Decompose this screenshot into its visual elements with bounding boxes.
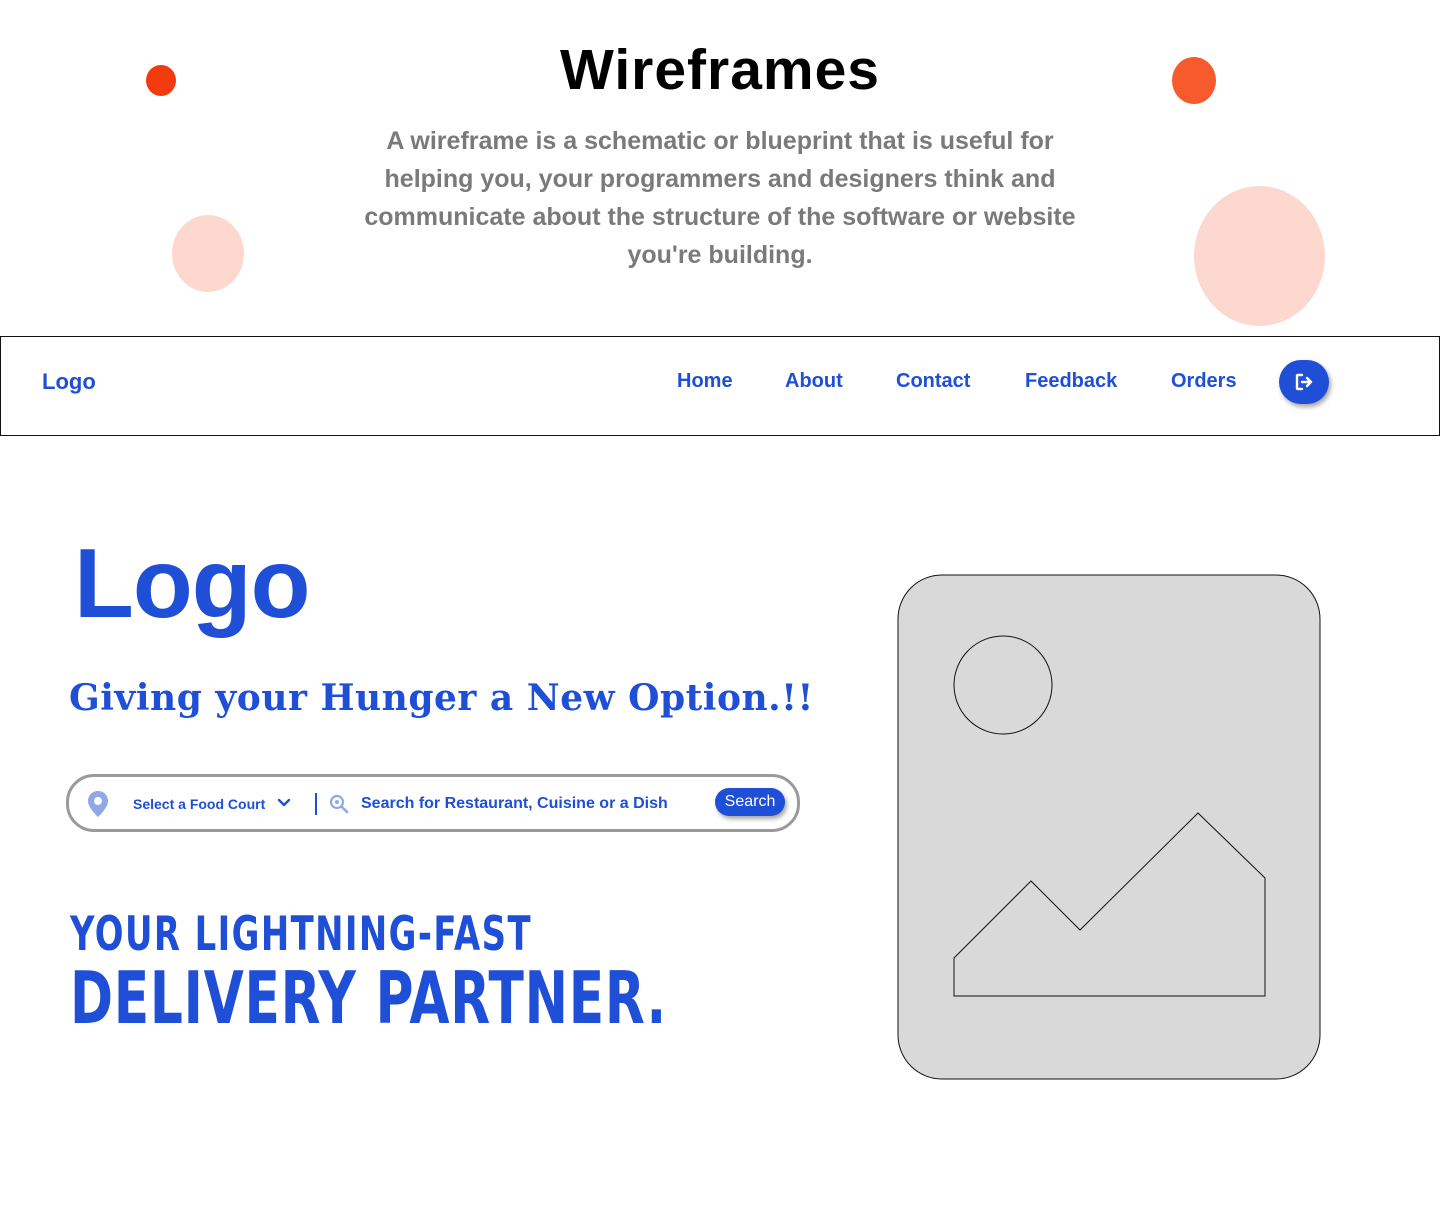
hero-logo: Logo: [74, 528, 310, 638]
search-input[interactable]: [361, 791, 701, 817]
food-court-select[interactable]: Select a Food Court: [133, 796, 265, 812]
nav-link-feedback[interactable]: Feedback: [1025, 370, 1117, 393]
nav-logo[interactable]: Logo: [42, 369, 96, 395]
nav-link-home[interactable]: Home: [677, 370, 733, 393]
nav-link-orders[interactable]: Orders: [1171, 370, 1237, 393]
page-description: A wireframe is a schematic or blueprint …: [364, 127, 1076, 269]
search-divider: [315, 793, 317, 815]
navbar: Logo Home About Contact Feedback Orders: [0, 336, 1440, 436]
decorative-circle: [1194, 186, 1325, 326]
chevron-down-icon[interactable]: [277, 798, 291, 808]
search-bar: Select a Food Court Search: [66, 774, 800, 832]
map-pin-icon: [88, 791, 108, 817]
nav-link-contact[interactable]: Contact: [896, 370, 970, 393]
slogan-line-2: DELIVERY PARTNER.: [70, 956, 667, 1040]
nav-link-about[interactable]: About: [785, 370, 843, 393]
decorative-circle: [172, 215, 244, 292]
logout-button[interactable]: [1279, 360, 1329, 404]
logout-icon: [1295, 373, 1313, 391]
image-placeholder-icon: [897, 574, 1321, 1080]
magnifier-icon: [329, 794, 349, 814]
hero-tagline: Giving your Hunger a New Option.!!: [69, 677, 814, 719]
page-title: Wireframes: [560, 38, 880, 102]
search-button[interactable]: Search: [715, 788, 785, 816]
